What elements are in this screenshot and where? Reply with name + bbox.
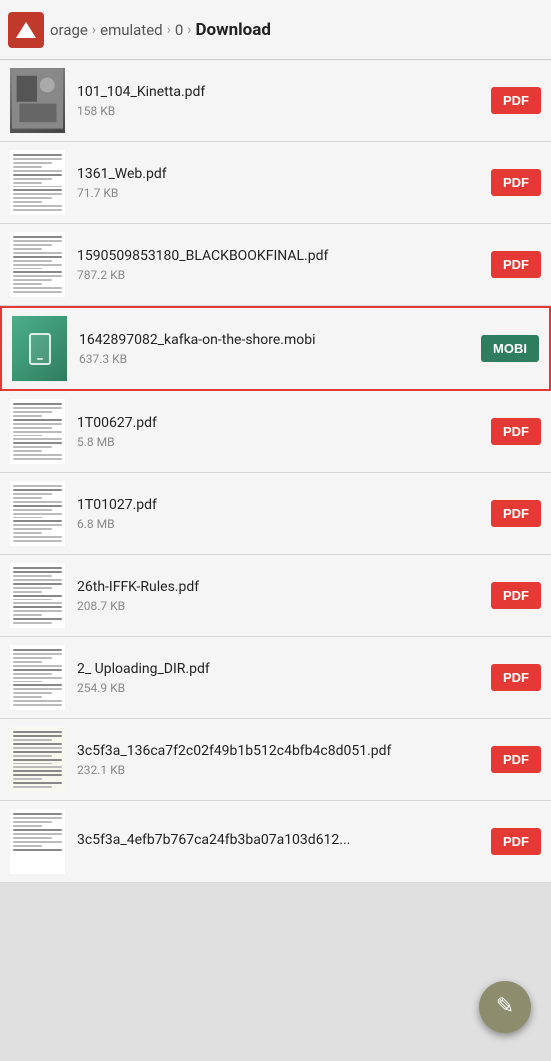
file-size: 208.7 KB	[77, 599, 483, 613]
file-thumbnail	[10, 399, 65, 464]
pdf-button[interactable]: PDF	[491, 169, 541, 196]
pdf-button[interactable]: PDF	[491, 746, 541, 773]
file-info: 1361_Web.pdf 71.7 KB	[77, 165, 483, 200]
file-size: 787.2 KB	[77, 268, 483, 282]
edit-icon: ✎	[496, 996, 514, 1018]
file-info: 26th-IFFK-Rules.pdf 208.7 KB	[77, 578, 483, 613]
file-name: 1642897082_kafka-on-the-shore.mobi	[79, 331, 473, 349]
file-size: 637.3 KB	[79, 352, 473, 366]
file-info: 1642897082_kafka-on-the-shore.mobi 637.3…	[79, 331, 473, 366]
breadcrumb-sep-3: ›	[187, 22, 191, 38]
file-name: 1T00627.pdf	[77, 414, 483, 432]
breadcrumb: orage › emulated › 0 › Download	[50, 20, 543, 40]
file-thumbnail	[10, 68, 65, 133]
file-info: 1T01027.pdf 6.8 MB	[77, 496, 483, 531]
file-size: 5.8 MB	[77, 435, 483, 449]
breadcrumb-sep-1: ›	[92, 22, 96, 38]
file-name: 3c5f3a_136ca7f2c02f49b1b512c4bfb4c8d051.…	[77, 742, 483, 760]
table-row[interactable]: 1590509853180_BLACKBOOKFINAL.pdf 787.2 K…	[0, 224, 551, 306]
file-thumbnail	[12, 316, 67, 381]
table-row[interactable]: 2_ Uploading_DIR.pdf 254.9 KB PDF	[0, 637, 551, 719]
table-row[interactable]: 3c5f3a_136ca7f2c02f49b1b512c4bfb4c8d051.…	[0, 719, 551, 801]
file-name: 1T01027.pdf	[77, 496, 483, 514]
table-row[interactable]: 1361_Web.pdf 71.7 KB PDF	[0, 142, 551, 224]
file-thumbnail	[10, 809, 65, 874]
file-thumbnail	[10, 645, 65, 710]
table-row[interactable]: 101_104_Kinetta.pdf 158 KB PDF	[0, 60, 551, 142]
file-size: 158 KB	[77, 104, 483, 118]
file-info: 3c5f3a_136ca7f2c02f49b1b512c4bfb4c8d051.…	[77, 742, 483, 777]
pdf-button[interactable]: PDF	[491, 251, 541, 278]
breadcrumb-zero[interactable]: 0	[175, 21, 183, 39]
file-thumbnail	[10, 727, 65, 792]
table-row[interactable]: 1T00627.pdf 5.8 MB PDF	[0, 391, 551, 473]
file-size: 71.7 KB	[77, 186, 483, 200]
file-size: 232.1 KB	[77, 763, 483, 777]
file-info: 1590509853180_BLACKBOOKFINAL.pdf 787.2 K…	[77, 247, 483, 282]
table-row[interactable]: 3c5f3a_4efb7b767ca24fb3ba07a103d612... P…	[0, 801, 551, 883]
phone-icon	[29, 333, 51, 365]
file-thumbnail	[10, 150, 65, 215]
breadcrumb-sep-2: ›	[167, 22, 171, 38]
file-info: 2_ Uploading_DIR.pdf 254.9 KB	[77, 660, 483, 695]
pdf-button[interactable]: PDF	[491, 828, 541, 855]
breadcrumb-download[interactable]: Download	[196, 20, 271, 40]
file-thumbnail	[10, 481, 65, 546]
file-name: 3c5f3a_4efb7b767ca24fb3ba07a103d612...	[77, 831, 483, 849]
table-row[interactable]: 1T01027.pdf 6.8 MB PDF	[0, 473, 551, 555]
file-name: 1590509853180_BLACKBOOKFINAL.pdf	[77, 247, 483, 265]
breadcrumb-emulated[interactable]: emulated	[100, 21, 163, 39]
file-thumbnail	[10, 563, 65, 628]
breadcrumb-storage[interactable]: orage	[50, 21, 88, 39]
file-name: 101_104_Kinetta.pdf	[77, 83, 483, 101]
file-name: 1361_Web.pdf	[77, 165, 483, 183]
file-name: 2_ Uploading_DIR.pdf	[77, 660, 483, 678]
file-thumbnail	[10, 232, 65, 297]
app-icon-shape	[16, 22, 36, 38]
file-size: 254.9 KB	[77, 681, 483, 695]
pdf-button[interactable]: PDF	[491, 87, 541, 114]
file-size: 6.8 MB	[77, 517, 483, 531]
fab-edit-button[interactable]: ✎	[479, 981, 531, 1033]
mobi-button[interactable]: MOBI	[481, 335, 539, 362]
pdf-button[interactable]: PDF	[491, 582, 541, 609]
header: orage › emulated › 0 › Download	[0, 0, 551, 60]
table-row[interactable]: 26th-IFFK-Rules.pdf 208.7 KB PDF	[0, 555, 551, 637]
table-row[interactable]: 1642897082_kafka-on-the-shore.mobi 637.3…	[0, 306, 551, 391]
pdf-button[interactable]: PDF	[491, 500, 541, 527]
file-list: 101_104_Kinetta.pdf 158 KB PDF	[0, 60, 551, 883]
pdf-button[interactable]: PDF	[491, 418, 541, 445]
file-info: 1T00627.pdf 5.8 MB	[77, 414, 483, 449]
file-name: 26th-IFFK-Rules.pdf	[77, 578, 483, 596]
pdf-button[interactable]: PDF	[491, 664, 541, 691]
file-info: 101_104_Kinetta.pdf 158 KB	[77, 83, 483, 118]
file-info: 3c5f3a_4efb7b767ca24fb3ba07a103d612...	[77, 831, 483, 852]
app-icon	[8, 12, 44, 48]
